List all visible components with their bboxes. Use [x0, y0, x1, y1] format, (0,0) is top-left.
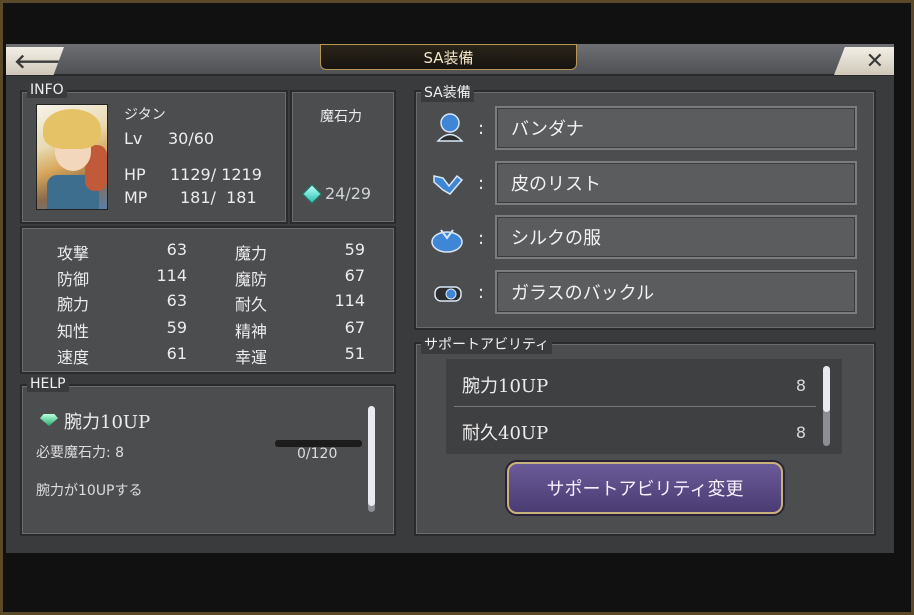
- character-name: ジタン: [124, 107, 166, 123]
- slot-separator-3: :: [478, 228, 485, 249]
- support-ability-section-label: サポートアビリティ: [421, 334, 553, 354]
- support-ability-name: 耐久40UP: [462, 423, 549, 444]
- stat-value-speed: 61: [166, 344, 187, 363]
- level-value: 30/60: [168, 129, 215, 148]
- stat-label-luck: 幸運: [235, 348, 268, 367]
- slot-separator-4: :: [478, 282, 485, 303]
- stat-label-attack: 攻撃: [57, 244, 90, 263]
- stat-label-intellect: 知性: [57, 322, 90, 341]
- support-ability-cost: 8: [795, 375, 806, 395]
- stat-value-stamina: 114: [334, 291, 365, 310]
- help-description: 腕力が10UPする: [36, 483, 143, 499]
- stat-label-stamina: 耐久: [235, 295, 268, 314]
- stat-value-resistance: 67: [344, 266, 365, 285]
- stat-label-defense: 防御: [57, 270, 90, 289]
- equipment-slot-head-label: バンダナ: [511, 119, 584, 140]
- stat-value-attack: 63: [166, 240, 187, 259]
- stat-value-magic: 59: [344, 240, 365, 259]
- stat-value-spirit: 67: [344, 318, 365, 337]
- close-icon: ✕: [865, 48, 884, 74]
- stat-label-strength: 腕力: [57, 295, 90, 314]
- change-support-ability-label: サポートアビリティ変更: [546, 479, 744, 500]
- stat-label-magic: 魔力: [235, 244, 268, 263]
- page-title-text: SA装備: [423, 48, 474, 67]
- equipment-slot-head[interactable]: バンダナ: [495, 106, 857, 150]
- slot-separator-2: :: [478, 173, 485, 194]
- info-section-label: INFO: [27, 82, 67, 98]
- list-item[interactable]: 腕力10UP 8: [454, 363, 816, 407]
- page-title: SA装備: [320, 44, 577, 70]
- equipment-slot-accessory-label: ガラスのバックル: [511, 283, 655, 304]
- list-item[interactable]: 耐久40UP 8: [454, 410, 816, 454]
- sa-equipment-section-label: SA装備: [421, 82, 474, 102]
- equipment-slot-arm-label: 皮のリスト: [511, 174, 601, 195]
- magicite-value: 24/29: [325, 184, 372, 203]
- character-portrait: [36, 104, 108, 210]
- stat-value-strength: 63: [166, 291, 187, 310]
- accessory-icon: [434, 286, 462, 302]
- support-ability-name: 腕力10UP: [462, 376, 549, 397]
- help-ability-name: 腕力10UP: [64, 412, 151, 433]
- stat-label-speed: 速度: [57, 348, 90, 367]
- magicite-label: 魔石力: [320, 109, 362, 125]
- list-divider: [454, 406, 816, 407]
- level-label: Lv: [124, 129, 143, 148]
- arm-icon: [433, 174, 464, 195]
- equipment-slot-body[interactable]: シルクの服: [495, 215, 857, 259]
- equipment-slot-body-label: シルクの服: [511, 228, 601, 249]
- change-support-ability-button[interactable]: サポートアビリティ変更: [507, 462, 783, 514]
- mp-value: 181/ 181: [180, 188, 257, 207]
- equipment-slot-accessory[interactable]: ガラスのバックル: [495, 270, 857, 314]
- hp-value: 1129/ 1219: [170, 165, 262, 184]
- stat-value-luck: 51: [344, 344, 365, 363]
- support-ability-cost: 8: [795, 422, 806, 442]
- head-icon: [436, 113, 464, 142]
- mp-label: MP: [124, 188, 148, 207]
- stat-label-resistance: 魔防: [235, 270, 268, 289]
- support-ability-scrollbar-thumb[interactable]: [823, 366, 830, 412]
- help-progress-text: 0/120: [297, 446, 338, 462]
- stat-value-intellect: 59: [166, 318, 187, 337]
- hp-label: HP: [124, 165, 146, 184]
- help-scrollbar-thumb[interactable]: [368, 406, 375, 506]
- stat-value-defense: 114: [156, 266, 187, 285]
- equipment-slot-arm[interactable]: 皮のリスト: [495, 161, 857, 205]
- body-icon: [431, 229, 463, 253]
- help-section-label: HELP: [27, 376, 69, 392]
- help-required-magicite: 必要魔石力: 8: [36, 445, 125, 461]
- slot-separator-1: :: [478, 118, 485, 139]
- support-ability-list: 腕力10UP 8 耐久40UP 8: [446, 359, 842, 454]
- stat-label-spirit: 精神: [235, 322, 268, 341]
